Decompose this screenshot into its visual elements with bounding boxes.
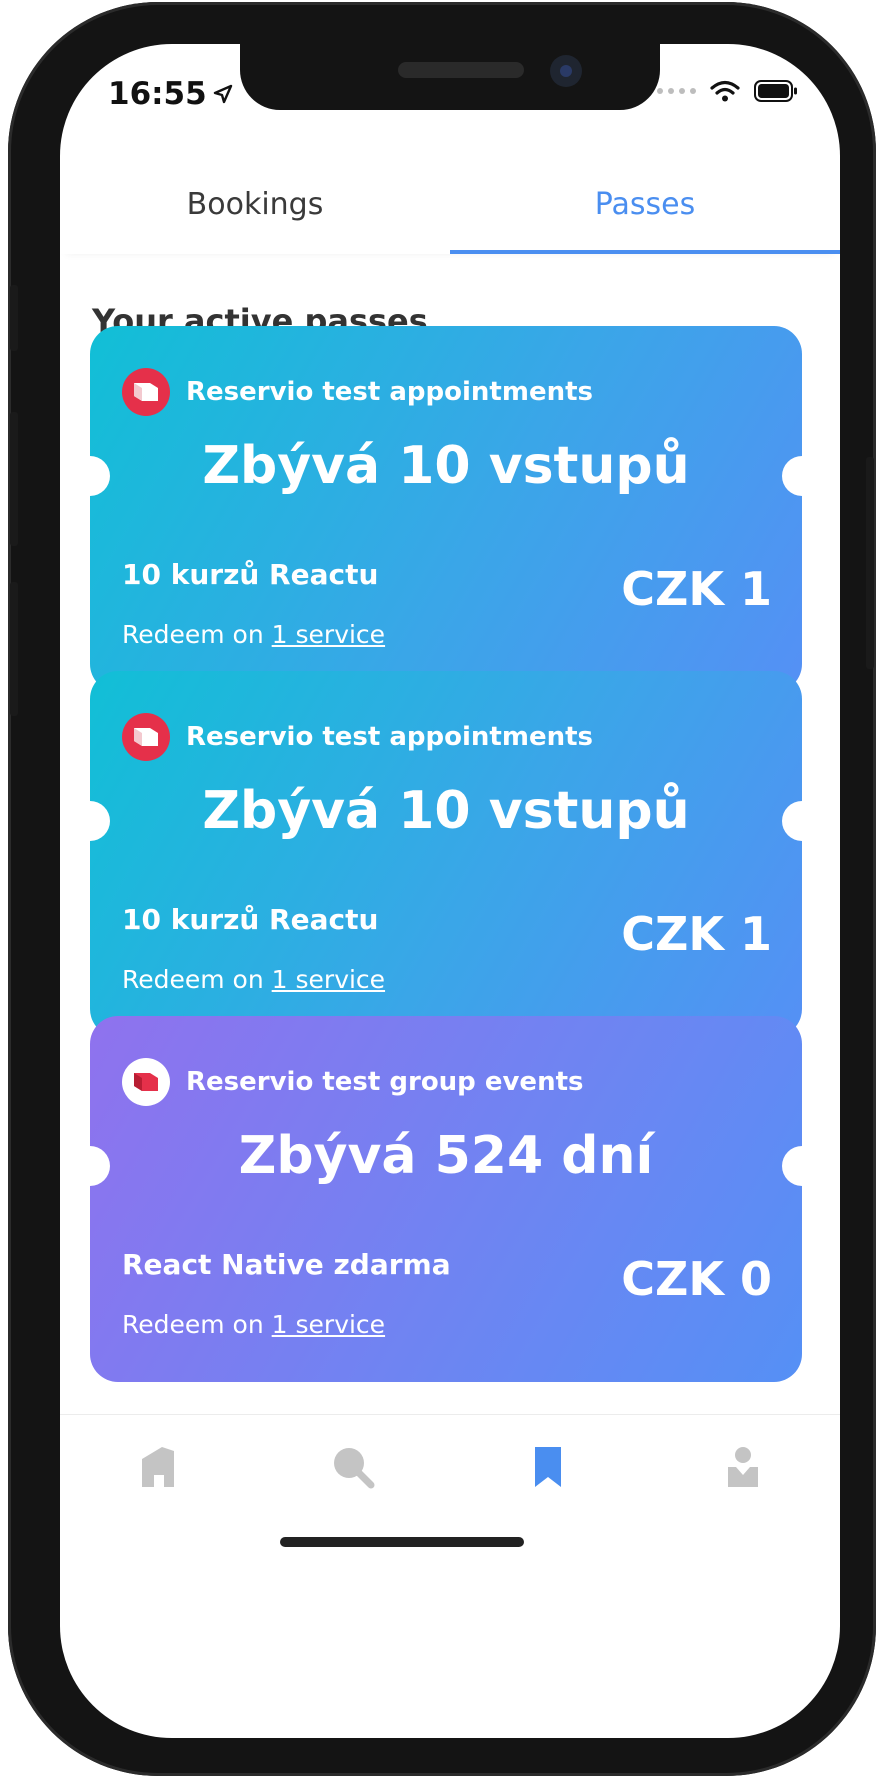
home-icon bbox=[141, 1447, 174, 1487]
redeem-service-link[interactable]: 1 service bbox=[272, 1310, 385, 1339]
tab-bar: Bookings Passes bbox=[60, 154, 840, 254]
remaining-entries: Zbývá 10 vstupů bbox=[202, 436, 690, 496]
status-bar-right bbox=[657, 80, 798, 102]
redeem-text: Redeem on 1 service bbox=[122, 620, 385, 649]
volume-down-button bbox=[10, 582, 18, 716]
card-header: Reservio test appointments bbox=[122, 713, 593, 761]
provider-name: Reservio test appointments bbox=[186, 722, 593, 752]
card-header: Reservio test appointments bbox=[122, 368, 593, 416]
pass-card[interactable]: Reservio test group events Zbývá 524 dní… bbox=[90, 1016, 802, 1382]
pass-price: CZK 1 bbox=[621, 562, 772, 616]
redeem-text: Redeem on 1 service bbox=[122, 1310, 385, 1339]
provider-name: Reservio test group events bbox=[186, 1067, 584, 1097]
nav-home[interactable] bbox=[60, 1415, 255, 1565]
tab-passes[interactable]: Passes bbox=[450, 154, 840, 254]
home-indicator[interactable] bbox=[280, 1537, 524, 1547]
pass-name: React Native zdarma bbox=[122, 1248, 451, 1281]
volume-up-button bbox=[10, 412, 18, 546]
reservio-logo-icon bbox=[122, 1058, 170, 1106]
signal-dots-icon bbox=[657, 88, 696, 94]
front-camera bbox=[550, 55, 582, 87]
redeem-prefix: Redeem on bbox=[122, 965, 264, 994]
battery-icon bbox=[754, 80, 797, 102]
bookmark-icon bbox=[534, 1447, 561, 1487]
provider-name: Reservio test appointments bbox=[186, 377, 593, 407]
remaining-days: Zbývá 524 dní bbox=[238, 1126, 654, 1186]
redeem-prefix: Redeem on bbox=[122, 1310, 264, 1339]
remaining-entries: Zbývá 10 vstupů bbox=[202, 781, 690, 841]
card-header: Reservio test group events bbox=[122, 1058, 583, 1106]
pass-card[interactable]: Reservio test appointments Zbývá 10 vstu… bbox=[90, 326, 802, 692]
mute-switch bbox=[10, 285, 18, 351]
speaker bbox=[398, 62, 524, 78]
phone-frame: 16:55 Bookings Passes Your active passes… bbox=[8, 2, 876, 1776]
redeem-service-link[interactable]: 1 service bbox=[272, 620, 385, 649]
time-text: 16:55 bbox=[108, 76, 207, 112]
power-button bbox=[866, 457, 874, 669]
reservio-logo-icon bbox=[122, 713, 170, 761]
screen: 16:55 Bookings Passes Your active passes… bbox=[60, 44, 840, 1738]
pass-card[interactable]: Reservio test appointments Zbývá 10 vstu… bbox=[90, 671, 802, 1037]
nav-profile[interactable] bbox=[645, 1415, 840, 1565]
pass-price: CZK 0 bbox=[621, 1252, 772, 1306]
redeem-prefix: Redeem on bbox=[122, 620, 264, 649]
reservio-logo-icon bbox=[122, 368, 170, 416]
tab-bookings[interactable]: Bookings bbox=[60, 154, 450, 254]
notch bbox=[240, 44, 660, 110]
pass-price: CZK 1 bbox=[621, 907, 772, 961]
search-icon bbox=[333, 1448, 374, 1489]
pass-name: 10 kurzů Reactu bbox=[122, 558, 379, 591]
wifi-icon bbox=[710, 80, 740, 102]
location-arrow-icon bbox=[213, 84, 232, 104]
profile-icon bbox=[727, 1447, 758, 1487]
pass-name: 10 kurzů Reactu bbox=[122, 903, 379, 936]
redeem-text: Redeem on 1 service bbox=[122, 965, 385, 994]
redeem-service-link[interactable]: 1 service bbox=[272, 965, 385, 994]
status-bar-time: 16:55 bbox=[108, 76, 233, 112]
